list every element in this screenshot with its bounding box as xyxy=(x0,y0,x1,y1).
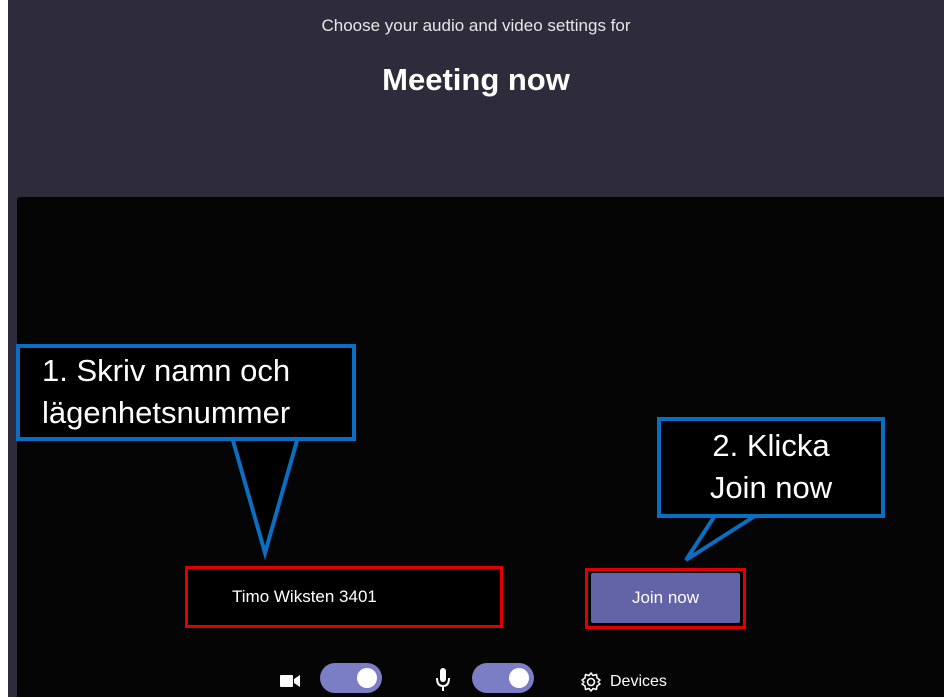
devices-button[interactable]: Devices xyxy=(580,670,667,694)
callout-step-2-line-1: 2. Klicka xyxy=(712,428,830,463)
camera-icon xyxy=(280,672,302,690)
callout-step-1-line-1: 1. Skriv namn och xyxy=(42,353,291,388)
camera-toggle-knob xyxy=(357,668,377,688)
callout-step-1-line-2: lägenhetsnummer xyxy=(42,395,291,430)
gear-icon xyxy=(580,671,602,693)
join-now-button[interactable]: Join now xyxy=(591,573,740,623)
microphone-toggle[interactable] xyxy=(472,663,534,693)
devices-label: Devices xyxy=(610,673,667,690)
callout-step-2-line-2: Join now xyxy=(709,470,833,505)
teams-prejoin-screen: Choose your audio and video settings for… xyxy=(0,0,944,697)
callout-step-1: 1. Skriv namn och lägenhetsnummer xyxy=(16,344,356,441)
callout-step-2: 2. Klicka Join now xyxy=(657,417,885,518)
prejoin-subtitle: Choose your audio and video settings for xyxy=(321,16,631,35)
camera-toggle[interactable] xyxy=(320,663,382,693)
microphone-toggle-knob xyxy=(509,668,529,688)
microphone-icon xyxy=(436,667,450,693)
meeting-title: Meeting now xyxy=(382,62,570,97)
media-controls: Devices xyxy=(0,658,944,697)
name-input[interactable] xyxy=(185,566,503,628)
